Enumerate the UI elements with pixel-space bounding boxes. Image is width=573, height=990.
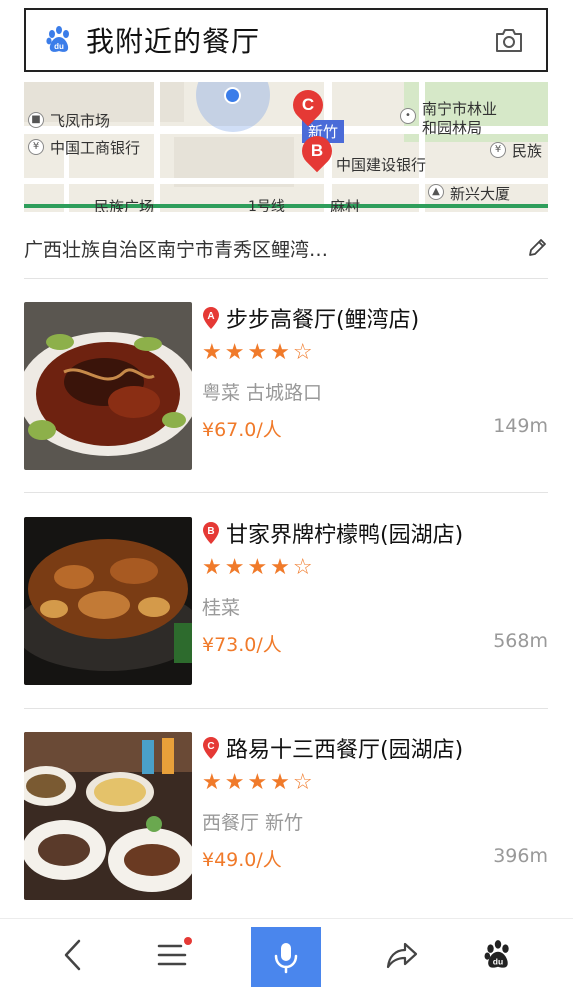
edit-pencil-icon[interactable] xyxy=(526,237,548,259)
marker-a-icon: A xyxy=(203,307,219,329)
marker-c-icon: C xyxy=(203,737,219,759)
restaurant-distance: 396m xyxy=(493,845,548,867)
svg-text:C: C xyxy=(207,741,214,752)
location-address-row[interactable]: 广西壮族自治区南宁市青秀区鲤湾… xyxy=(24,228,548,268)
bank-icon: ¥ xyxy=(490,142,506,158)
marker-b-icon: B xyxy=(203,522,219,544)
restaurant-photo xyxy=(24,302,192,470)
rating-stars: ★★★★☆ xyxy=(202,770,316,795)
divider xyxy=(24,708,548,709)
map-label-xinxing: 新兴大厦 xyxy=(450,185,511,203)
menu-icon xyxy=(157,944,187,966)
map-label-icbc: 中国工商银行 xyxy=(50,139,141,157)
restaurant-photo xyxy=(24,732,192,900)
back-icon xyxy=(64,939,81,971)
baidu-home-button[interactable]: du xyxy=(466,919,530,990)
camera-icon[interactable] xyxy=(494,26,524,54)
restaurant-card[interactable]: A 步步高餐厅(鲤湾店) ★★★★☆ 粤菜 古城路口 ¥67.0/人 149m xyxy=(24,302,548,470)
divider xyxy=(24,492,548,493)
divider xyxy=(24,278,548,279)
poi-icon: • xyxy=(400,108,416,124)
my-location-dot xyxy=(224,87,241,104)
restaurant-price: ¥49.0/人 xyxy=(202,849,282,871)
map-label-forestry: 南宁市林业 xyxy=(422,100,498,118)
restaurant-price: ¥73.0/人 xyxy=(202,634,282,656)
svg-text:du: du xyxy=(54,42,64,51)
restaurant-distance: 149m xyxy=(493,415,548,437)
restaurant-category: 桂菜 xyxy=(202,597,241,619)
mic-icon xyxy=(274,943,298,974)
restaurant-name: 路易十三西餐厅(园湖店) xyxy=(226,738,464,763)
rating-stars: ★★★★☆ xyxy=(202,340,316,365)
market-icon: ■ xyxy=(28,112,44,128)
map-label-line1: 1号线 xyxy=(248,199,285,212)
restaurant-card[interactable]: B 甘家界牌柠檬鸭(园湖店) ★★★★☆ 桂菜 ¥73.0/人 568m xyxy=(24,517,548,685)
map-pin-c[interactable]: C xyxy=(286,83,330,127)
svg-text:B: B xyxy=(207,526,214,537)
map-label-minzuguangchang: 民族广场 xyxy=(94,198,155,212)
restaurant-category: 西餐厅 新竹 xyxy=(202,812,304,834)
notification-dot xyxy=(184,937,192,945)
restaurant-card[interactable]: C 路易十三西餐厅(园湖店) ★★★★☆ 西餐厅 新竹 ¥49.0/人 396m xyxy=(24,732,548,900)
share-button[interactable] xyxy=(370,919,434,990)
back-button[interactable] xyxy=(40,919,104,990)
restaurant-photo xyxy=(24,517,192,685)
restaurant-category: 粤菜 古城路口 xyxy=(202,382,323,404)
restaurant-price: ¥67.0/人 xyxy=(202,419,282,441)
svg-text:A: A xyxy=(207,311,214,322)
bank-icon: ¥ xyxy=(28,139,44,155)
restaurant-name: 甘家界牌柠檬鸭(园湖店) xyxy=(226,523,464,548)
search-query[interactable]: 我附近的餐厅 xyxy=(86,20,494,60)
map-label-feifeng: 飞凤市场 xyxy=(50,112,111,130)
map-pin-b[interactable]: B xyxy=(295,129,339,173)
bottom-toolbar: du xyxy=(0,918,573,990)
building-icon: ▲ xyxy=(428,184,444,200)
map-view[interactable]: ■ 飞凤市场 ¥ 中国工商银行 • 南宁市林业 和园林局 ¥ 民族 中国建设银行… xyxy=(24,82,548,212)
restaurant-distance: 568m xyxy=(493,630,548,652)
map-label-ccb: 中国建设银行 xyxy=(336,156,427,174)
search-bar[interactable]: du 我附近的餐厅 xyxy=(24,8,548,72)
baidu-paw-icon: du xyxy=(46,26,69,52)
svg-text:du: du xyxy=(493,957,503,967)
rating-stars: ★★★★☆ xyxy=(202,555,316,580)
restaurant-name: 步步高餐厅(鲤湾店) xyxy=(226,308,420,333)
menu-button[interactable] xyxy=(140,919,204,990)
map-label-forestry2: 和园林局 xyxy=(422,119,483,137)
baidu-paw-icon: du xyxy=(484,940,509,968)
map-label-macun: 麻村 xyxy=(330,198,361,212)
voice-search-button[interactable] xyxy=(251,927,321,987)
location-address: 广西壮族自治区南宁市青秀区鲤湾… xyxy=(24,238,329,261)
share-icon xyxy=(386,942,418,969)
map-label-minzu: 民族 xyxy=(512,142,543,160)
